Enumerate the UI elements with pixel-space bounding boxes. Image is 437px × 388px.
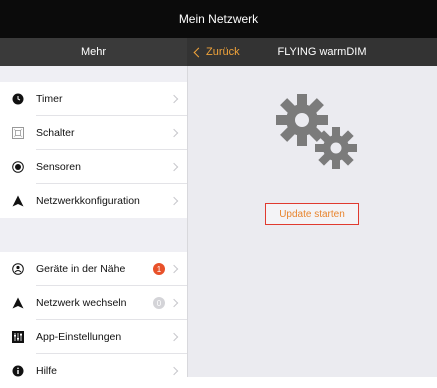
app-title: Mein Netzwerk [0, 0, 437, 38]
update-start-button[interactable]: Update starten [265, 203, 359, 225]
settings-icon [12, 331, 24, 343]
sensor-icon [12, 161, 24, 173]
count-badge: 1 [153, 263, 165, 275]
clock-icon [12, 93, 24, 105]
chevron-right-icon [169, 128, 179, 138]
sidebar: Timer Schalter Sensoren Netzwerkkonfigur… [0, 66, 187, 388]
sidebar-item-label: App-Einstellungen [36, 331, 122, 343]
sidebar-item-hilfe[interactable]: Hilfe [0, 354, 187, 388]
sidebar-spacer [0, 218, 187, 252]
sidebar-item-label: Timer [36, 93, 63, 105]
app-title-text: Mein Netzwerk [178, 12, 259, 26]
sidebar-spacer [0, 66, 187, 82]
sidebar-item-label: Sensoren [36, 161, 81, 173]
back-label: Zurück [206, 46, 240, 58]
detail-pane: Update starten [187, 66, 437, 377]
info-icon [12, 365, 24, 377]
back-button[interactable]: Zurück [193, 38, 240, 66]
update-start-label: Update starten [279, 208, 345, 220]
chevron-right-icon [169, 264, 179, 274]
gears-icon [276, 94, 357, 169]
sidebar-item-geraete-in-der-naehe[interactable]: Geräte in der Nähe 1 [0, 252, 187, 286]
sidebar-item-netzwerk-wechseln[interactable]: Netzwerk wechseln 0 [0, 286, 187, 320]
chevron-right-icon [169, 196, 179, 206]
sidebar-item-sensoren[interactable]: Sensoren [0, 150, 187, 184]
sidebar-item-label: Geräte in der Nähe [36, 263, 126, 275]
detail-header: FLYING warmDIM Zurück [187, 38, 437, 66]
nearby-icon [12, 263, 24, 275]
chevron-right-icon [169, 298, 179, 308]
sidebar-item-schalter[interactable]: Schalter [0, 116, 187, 150]
sidebar-item-label: Netzwerk wechseln [36, 297, 127, 309]
sidebar-item-app-einstellungen[interactable]: App-Einstellungen [0, 320, 187, 354]
sidebar-item-label: Netzwerkkonfiguration [36, 195, 140, 207]
sidebar-item-label: Hilfe [36, 365, 58, 377]
chevron-right-icon [169, 366, 179, 376]
network-switch-icon [12, 297, 24, 309]
sidebar-item-timer[interactable]: Timer [0, 82, 187, 116]
sidebar-item-netzwerkkonfiguration[interactable]: Netzwerkkonfiguration [0, 184, 187, 218]
sidebar-item-label: Schalter [36, 127, 75, 139]
chevron-left-icon [193, 47, 204, 58]
count-badge: 0 [153, 297, 165, 309]
detail-title-text: FLYING warmDIM [277, 46, 367, 58]
sidebar-header-text: Mehr [80, 46, 107, 58]
network-icon [12, 195, 24, 207]
chevron-right-icon [169, 94, 179, 104]
chevron-right-icon [169, 332, 179, 342]
sidebar-header: Mehr [0, 38, 187, 66]
chevron-right-icon [169, 162, 179, 172]
switch-icon [12, 127, 24, 139]
